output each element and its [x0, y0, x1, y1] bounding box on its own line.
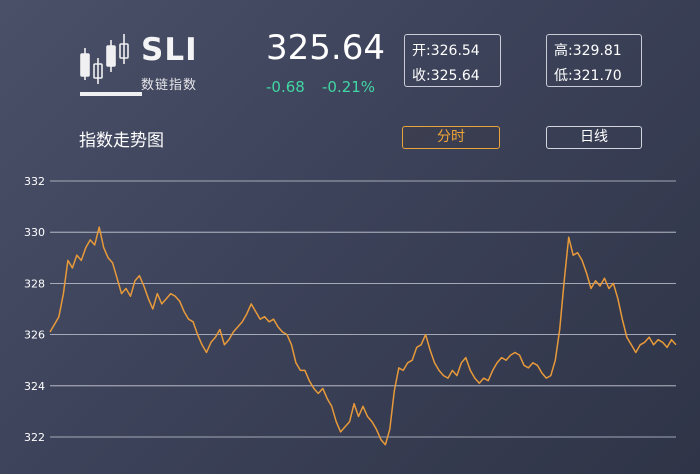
y-tick-label: 326 [24, 329, 45, 342]
open-close-box: 开:326.54 收:325.64 [404, 34, 501, 87]
y-tick-label: 332 [24, 175, 45, 188]
logo-subtitle: 数链指数 [141, 78, 198, 93]
y-tick-label: 324 [24, 380, 45, 393]
logo-underline [80, 92, 142, 96]
logo-name: SLI [141, 32, 198, 68]
index-trend-chart: 332 330 328 326 324 322 [24, 175, 677, 446]
chart-section-title: 指数走势图 [79, 131, 164, 151]
current-price: 325.64 [266, 28, 385, 68]
high-value: 高:329.81 [554, 43, 622, 59]
tab-intraday[interactable]: 分时 [402, 126, 500, 149]
low-value: 低:321.70 [554, 68, 622, 84]
y-tick-label: 328 [24, 277, 45, 290]
y-tick-label: 322 [24, 431, 45, 444]
open-value: 开:326.54 [412, 43, 480, 59]
sli-logo: SLI 数链指数 [78, 32, 208, 98]
tab-daily[interactable]: 日线 [546, 126, 642, 149]
y-tick-label: 330 [24, 226, 45, 239]
candlestick-logo-icon [80, 34, 129, 84]
price-change: -0.68 [266, 78, 305, 96]
high-low-box: 高:329.81 低:321.70 [546, 34, 642, 87]
index-price-line [49, 226, 677, 446]
close-value: 收:325.64 [412, 68, 480, 84]
price-change-percent: -0.21% [322, 78, 376, 96]
